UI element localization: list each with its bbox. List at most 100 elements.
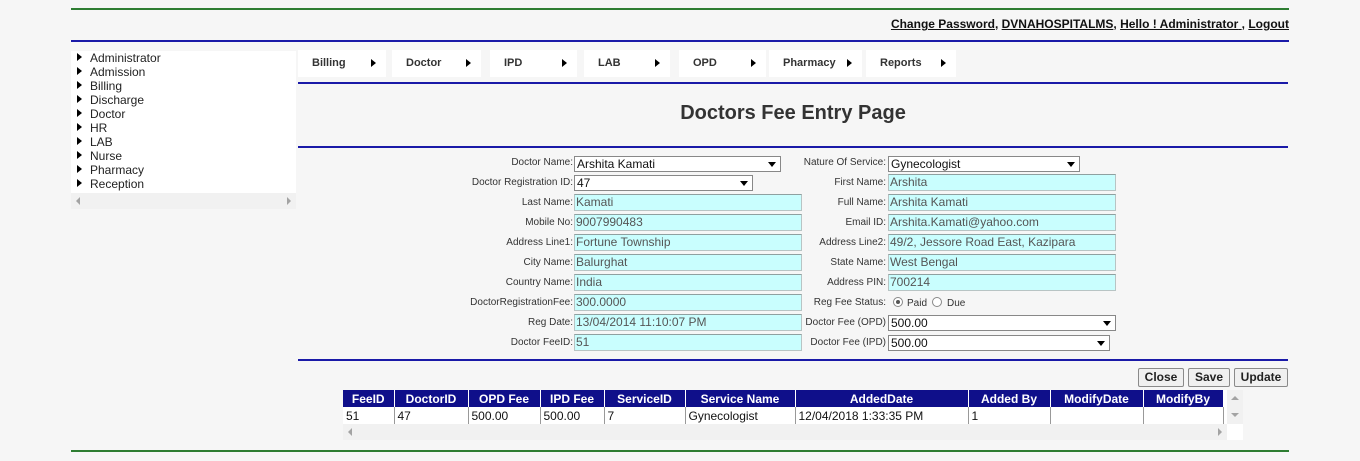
sidebar-item-doctor[interactable]: Doctor	[77, 107, 296, 121]
address-pin-field[interactable]: 700214	[888, 274, 1116, 291]
scroll-up-icon[interactable]	[1231, 396, 1239, 400]
column-header[interactable]: ModifyDate	[1050, 390, 1144, 407]
grid-vertical-scrollbar[interactable]	[1227, 390, 1243, 424]
reg-fee-due-radio[interactable]	[932, 297, 942, 307]
column-header[interactable]: OPD Fee	[468, 390, 541, 407]
column-header[interactable]: AddedDate	[795, 390, 969, 407]
doctor-registration-id-select[interactable]: 47	[574, 175, 753, 191]
chevron-down-icon	[768, 162, 776, 167]
chevron-down-icon	[740, 181, 748, 186]
expand-arrow-icon	[77, 123, 82, 131]
doctor-registration-id-value: 47	[577, 176, 591, 190]
scroll-left-icon[interactable]	[76, 197, 80, 205]
city-name-field[interactable]: Balurghat	[574, 254, 802, 271]
table-header-row: FeeID DoctorID OPD Fee IPD Fee ServiceID…	[343, 390, 1224, 407]
reg-fee-status-label: Reg Fee Status:	[813, 297, 886, 308]
doctor-registration-fee-field[interactable]: 300.0000	[574, 294, 802, 311]
doctor-fee-opd-select[interactable]: 500.00	[888, 315, 1116, 331]
submenu-arrow-icon	[941, 59, 946, 67]
nature-of-service-label: Nature Of Service:	[803, 157, 886, 168]
table-cell: 500.00	[468, 407, 541, 426]
column-header[interactable]: Service Name	[685, 390, 796, 407]
first-name-field[interactable]: Arshita	[888, 174, 1116, 191]
doctor-name-value: Arshita Kamati	[577, 157, 656, 171]
nav-label: OPD	[693, 57, 717, 69]
app-name-link[interactable]: DVNAHOSPITALMS	[1002, 17, 1114, 31]
sidebar-item-administrator[interactable]: Administrator	[77, 51, 296, 65]
change-password-link[interactable]: Change Password	[891, 17, 995, 31]
doctor-fee-ipd-select[interactable]: 500.00	[888, 335, 1110, 351]
title-divider	[298, 146, 1288, 148]
expand-arrow-icon	[77, 109, 82, 117]
scroll-left-icon[interactable]	[348, 428, 352, 436]
last-name-field[interactable]: Kamati	[574, 194, 802, 211]
table-cell: 500.00	[540, 407, 605, 426]
logout-link[interactable]: Logout	[1248, 17, 1289, 31]
save-button[interactable]: Save	[1188, 368, 1230, 387]
doctor-name-select[interactable]: Arshita Kamati	[574, 156, 781, 172]
full-name-field[interactable]: Arshita Kamati	[888, 194, 1116, 211]
sidebar-item-billing[interactable]: Billing	[77, 79, 296, 93]
nav-opd[interactable]: OPD	[679, 50, 766, 77]
expand-arrow-icon	[77, 53, 82, 61]
sidebar-item-admission[interactable]: Admission	[77, 65, 296, 79]
column-header[interactable]: ServiceID	[604, 390, 686, 407]
sidebar-item-label: Discharge	[90, 93, 145, 107]
expand-arrow-icon	[77, 165, 82, 173]
top-border	[71, 8, 1289, 10]
email-id-field[interactable]: Arshita.Kamati@yahoo.com	[888, 214, 1116, 231]
expand-arrow-icon	[77, 95, 82, 103]
table-cell: Gynecologist	[685, 407, 796, 426]
header-divider	[71, 40, 1289, 42]
doctor-fee-id-field[interactable]: 51	[574, 334, 802, 351]
nav-reports[interactable]: Reports	[866, 50, 956, 77]
bottom-border	[71, 450, 1289, 452]
submenu-arrow-icon	[562, 59, 567, 67]
table-row[interactable]: 51 47 500.00 500.00 7 Gynecologist 12/04…	[343, 407, 1224, 426]
nav-pharmacy[interactable]: Pharmacy	[769, 50, 862, 77]
nav-doctor[interactable]: Doctor	[392, 50, 481, 77]
nav-label: IPD	[504, 57, 523, 69]
reg-fee-paid-radio[interactable]	[893, 297, 903, 307]
sidebar-item-hr[interactable]: HR	[77, 121, 296, 135]
scroll-right-icon[interactable]	[1218, 428, 1222, 436]
table-cell: 12/04/2018 1:33:35 PM	[795, 407, 969, 426]
mobile-no-field[interactable]: 9007990483	[574, 214, 802, 231]
reg-date-field[interactable]: 13/04/2014 11:10:07 PM	[574, 314, 802, 331]
nav-billing[interactable]: Billing	[298, 50, 386, 77]
column-header[interactable]: Added By	[968, 390, 1051, 407]
scroll-right-icon[interactable]	[287, 197, 291, 205]
address-line1-field[interactable]: Fortune Township	[574, 234, 802, 251]
submenu-arrow-icon	[751, 59, 756, 67]
nav-label: Billing	[312, 57, 346, 69]
state-name-field[interactable]: West Bengal	[888, 254, 1116, 271]
state-name-label: State Name:	[830, 257, 886, 268]
sidebar-item-lab[interactable]: LAB	[77, 135, 296, 149]
sidebar-horizontal-scrollbar[interactable]	[71, 193, 296, 209]
expand-arrow-icon	[77, 67, 82, 75]
column-header[interactable]: ModifyBy	[1143, 390, 1224, 407]
table-cell	[1143, 407, 1224, 426]
sidebar-item-label: Doctor	[90, 107, 126, 121]
address-line2-field[interactable]: 49/2, Jessore Road East, Kazipara	[888, 234, 1116, 251]
column-header[interactable]: FeeID	[343, 390, 395, 407]
nav-label: Pharmacy	[783, 57, 836, 69]
scroll-down-icon[interactable]	[1231, 413, 1239, 417]
nav-lab[interactable]: LAB	[584, 50, 670, 77]
nature-of-service-select[interactable]: Gynecologist	[888, 156, 1080, 172]
sidebar-item-discharge[interactable]: Discharge	[77, 93, 296, 107]
column-header[interactable]: DoctorID	[394, 390, 469, 407]
header-links: Change Password, DVNAHOSPITALMS, Hello !…	[890, 17, 1289, 31]
column-header[interactable]: IPD Fee	[540, 390, 605, 407]
nav-label: Doctor	[406, 57, 442, 69]
sidebar-item-nurse[interactable]: Nurse	[77, 149, 296, 163]
address-line2-label: Address Line2:	[819, 237, 886, 248]
close-button[interactable]: Close	[1138, 368, 1184, 387]
sidebar-item-pharmacy[interactable]: Pharmacy	[77, 163, 296, 177]
grid-horizontal-scrollbar[interactable]	[343, 424, 1227, 440]
sidebar-item-reception[interactable]: Reception	[77, 177, 296, 191]
nav-ipd[interactable]: IPD	[490, 50, 577, 77]
country-name-field[interactable]: India	[574, 274, 802, 291]
greeting-link[interactable]: Hello ! Administrator	[1120, 17, 1242, 31]
update-button[interactable]: Update	[1234, 368, 1288, 387]
